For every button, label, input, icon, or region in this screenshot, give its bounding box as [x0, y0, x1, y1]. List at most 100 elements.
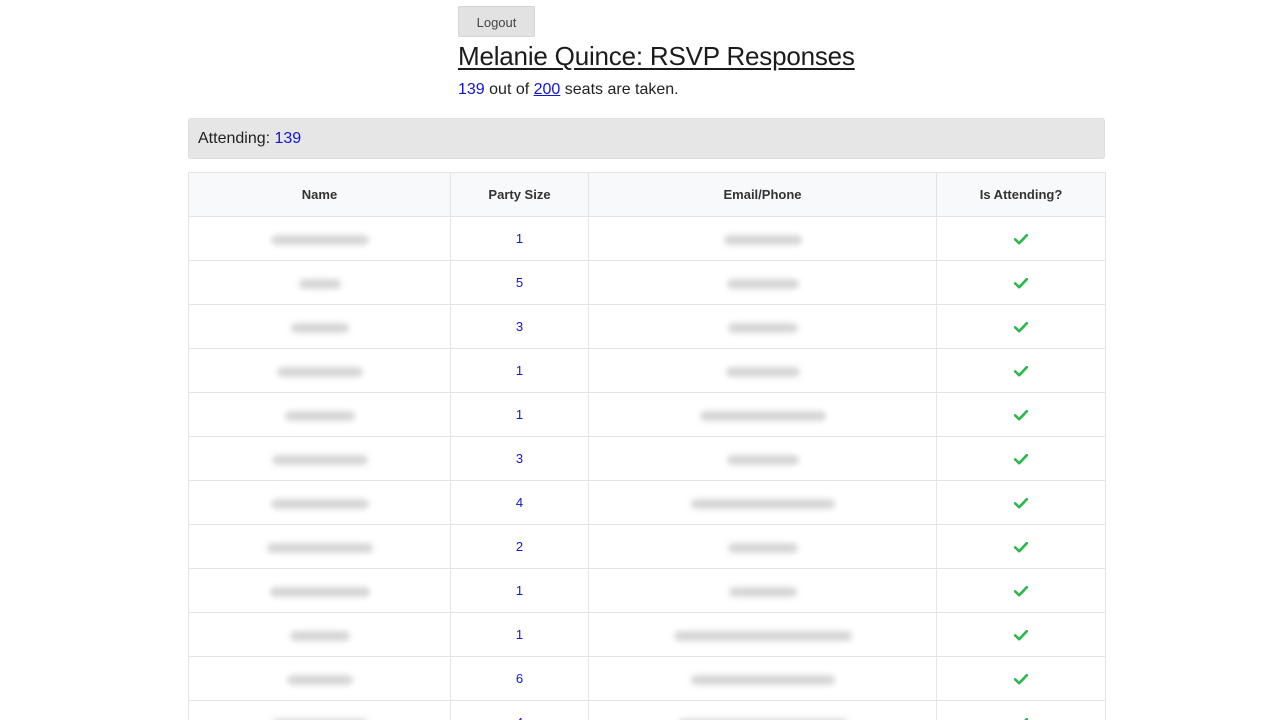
column-header-name: Name	[188, 172, 451, 217]
attending-summary-bar[interactable]: Attending: 139	[188, 118, 1105, 159]
redacted-contact	[690, 498, 835, 509]
redacted-contact	[723, 234, 802, 245]
guest-name-cell	[188, 260, 451, 305]
table-row: 4	[188, 480, 1106, 525]
party-size-cell: 4	[450, 700, 589, 720]
table-row: 1	[188, 216, 1106, 261]
party-size-cell: 3	[450, 436, 589, 481]
party-size-cell: 1	[450, 612, 589, 657]
seats-text-end: seats are taken.	[560, 81, 679, 98]
party-size-cell: 2	[450, 524, 589, 569]
party-size-cell: 1	[450, 568, 589, 613]
table-row: 3	[188, 436, 1106, 481]
redacted-contact	[728, 586, 797, 597]
is-attending-cell	[936, 260, 1106, 305]
check-icon	[1013, 673, 1029, 685]
table-row: 3	[188, 304, 1106, 349]
guest-name-cell	[188, 612, 451, 657]
seats-text-mid: out of	[484, 81, 534, 98]
email-phone-cell	[588, 304, 937, 349]
redacted-contact	[727, 542, 798, 553]
party-size-cell: 1	[450, 392, 589, 437]
table-row: 1	[188, 348, 1106, 393]
is-attending-cell	[936, 392, 1106, 437]
email-phone-cell	[588, 480, 937, 525]
party-size-cell: 1	[450, 348, 589, 393]
seats-total-link[interactable]: 200	[534, 81, 561, 98]
is-attending-cell	[936, 568, 1106, 613]
check-icon	[1013, 409, 1029, 421]
guest-name-cell	[188, 700, 451, 720]
guest-name-cell	[188, 480, 451, 525]
redacted-name	[271, 454, 368, 465]
redacted-name	[289, 630, 350, 641]
email-phone-cell	[588, 216, 937, 261]
header: Logout Melanie Quince: RSVP Responses 13…	[458, 6, 855, 100]
is-attending-cell	[936, 348, 1106, 393]
guest-name-cell	[188, 348, 451, 393]
column-header-email-phone: Email/Phone	[588, 172, 937, 217]
table-row: 6	[188, 656, 1106, 701]
guest-name-cell	[188, 656, 451, 701]
redacted-name	[284, 410, 355, 421]
logout-button[interactable]: Logout	[458, 6, 535, 37]
email-phone-cell	[588, 436, 937, 481]
redacted-contact	[726, 278, 799, 289]
check-icon	[1013, 233, 1029, 245]
rsvp-page: Logout Melanie Quince: RSVP Responses 13…	[0, 0, 1280, 720]
seats-summary: 139 out of 200 seats are taken.	[458, 80, 855, 100]
guest-name-cell	[188, 304, 451, 349]
email-phone-cell	[588, 612, 937, 657]
party-size-cell: 6	[450, 656, 589, 701]
seats-taken-count: 139	[458, 81, 485, 98]
is-attending-cell	[936, 656, 1106, 701]
check-icon	[1024, 717, 1029, 720]
check-icon	[1013, 453, 1029, 465]
table-row: 1	[188, 568, 1106, 613]
is-attending-cell	[936, 436, 1106, 481]
check-icon	[1013, 277, 1029, 289]
column-header-party-size: Party Size	[450, 172, 589, 217]
table-row: 2	[188, 524, 1106, 569]
table-row: 1	[188, 392, 1106, 437]
redacted-name	[286, 674, 353, 685]
email-phone-cell	[588, 568, 937, 613]
is-attending-cell	[936, 524, 1106, 569]
redacted-contact	[727, 322, 798, 333]
party-size-cell: 4	[450, 480, 589, 525]
check-icon	[1013, 321, 1029, 333]
redacted-name	[290, 322, 349, 333]
redacted-name	[270, 498, 369, 509]
party-size-cell: 3	[450, 304, 589, 349]
rsvp-table-body: 153113421164	[188, 216, 1106, 720]
party-size-cell: 5	[450, 260, 589, 305]
email-phone-cell	[588, 260, 937, 305]
guest-name-cell	[188, 392, 451, 437]
is-attending-cell	[936, 304, 1106, 349]
attending-label: Attending:	[198, 130, 275, 147]
table-row: 1	[188, 612, 1106, 657]
attending-count: 139	[274, 130, 302, 147]
table-row: 4	[188, 700, 1106, 720]
email-phone-cell	[588, 656, 937, 701]
rsvp-table: Name Party Size Email/Phone Is Attending…	[188, 172, 1106, 720]
check-icon	[1013, 497, 1029, 509]
redacted-contact	[699, 410, 826, 421]
column-header-is-attending: Is Attending?	[936, 172, 1106, 217]
redacted-contact	[726, 454, 799, 465]
check-icon	[1013, 585, 1029, 597]
redacted-name	[298, 278, 341, 289]
guest-name-cell	[188, 524, 451, 569]
email-phone-cell	[588, 700, 937, 720]
redacted-name	[270, 234, 369, 245]
redacted-name	[266, 542, 373, 553]
email-phone-cell	[588, 392, 937, 437]
redacted-contact	[690, 674, 835, 685]
redacted-name	[269, 586, 370, 597]
check-icon	[1013, 365, 1029, 377]
redacted-name	[276, 366, 363, 377]
redacted-contact	[673, 630, 852, 641]
check-icon	[1013, 541, 1029, 553]
redacted-contact	[725, 366, 800, 377]
is-attending-cell	[936, 216, 1106, 261]
